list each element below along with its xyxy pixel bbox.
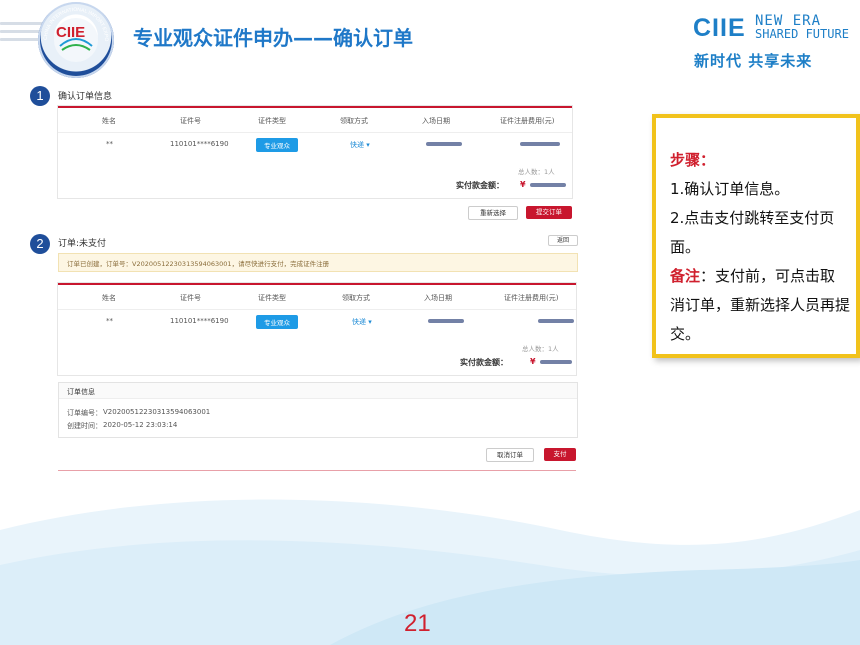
remark-label: 备注 [670,267,701,285]
note-step-1: 1.确认订单信息。 [670,180,790,198]
redacted-fee [520,142,560,146]
col-type: 证件类型 [258,117,286,125]
col-type: 证件类型 [258,294,286,302]
created-time-label: 创建时间： [67,422,102,430]
order-number: V20200512230313594063001 [103,408,211,416]
ciie-logo: CHINA INTERNATIONAL IMPORT EXPO CIIE [38,2,114,78]
total-count: 总人数：1人 [522,345,559,353]
brand-ciie: CIIE [693,14,746,42]
order-info-title: 订单信息 [67,388,95,396]
cancel-order-button[interactable]: 取消订单 [486,448,534,462]
total-count: 总人数：1人 [518,168,555,176]
col-id: 证件号 [180,117,201,125]
redacted-amount [530,183,566,187]
col-name: 姓名 [102,117,116,125]
reselect-button[interactable]: 重新选择 [468,206,518,220]
row-id: 110101****6190 [170,317,229,325]
row-id: 110101****6190 [170,140,229,148]
logo-text: CIIE [56,24,86,41]
note-remark: 备注：支付前，可点击取消订单，重新选择人员再提交。 [670,262,850,349]
brand-slogan-en: NEW ERA SHARED FUTURE [755,13,849,41]
pickup-select[interactable]: 快递 ▾ [352,317,372,327]
table-header: 姓名 证件号 证件类型 领取方式 入场日期 证件注册费用(元) [58,285,576,310]
order-number-label: 订单编号： [67,409,102,417]
brand-slogan-cn: 新时代 共享未来 [694,52,813,70]
step-badge-2: 2 [30,234,50,254]
pay-button[interactable]: 支付 [544,448,576,461]
redacted-fee [538,319,574,323]
order-info-box: 订单信息 订单编号： V20200512230313594063001 创建时间… [58,382,578,438]
page-title: 专业观众证件申办——确认订单 [133,26,413,50]
col-fee: 证件注册费用(元) [500,117,555,125]
redacted-date [426,142,462,146]
redacted-date [428,319,464,323]
yen-sign: ¥ [520,180,526,189]
note-heading: 步骤： [670,151,716,169]
row-name: ** [106,317,113,325]
total-amount-label: 实付款金额： [456,181,504,190]
col-pickup: 领取方式 [342,294,370,302]
col-pickup: 领取方式 [340,117,368,125]
page-number: 21 [404,610,431,637]
divider [58,470,576,471]
submit-order-button[interactable]: 提交订单 [526,206,572,219]
pickup-select[interactable]: 快递 ▾ [350,140,370,150]
yen-sign: ¥ [530,357,536,366]
row-name: ** [106,140,113,148]
steps-note-card: 步骤： 1.确认订单信息。 2.点击支付跳转至支付页面。 备注：支付前，可点击取… [652,114,860,358]
order-confirm-table: 姓名 证件号 证件类型 领取方式 入场日期 证件注册费用(元) ** 11010… [58,106,572,198]
unpaid-order-table: 姓名 证件号 证件类型 领取方式 入场日期 证件注册费用(元) ** 11010… [58,283,576,375]
order-info-header: 订单信息 [59,383,577,399]
col-date: 入场日期 [424,294,452,302]
redacted-amount [540,360,572,364]
notice-text: 订单已创建，订单号：V20200512230313594063001，请尽快进行… [67,260,330,268]
step-badge-1: 1 [30,86,50,106]
section-title-confirm: 确认订单信息 [58,92,113,102]
created-time: 2020-05-12 23:03:14 [103,421,178,429]
note-body: 步骤： 1.确认订单信息。 2.点击支付跳转至支付页面。 备注：支付前，可点击取… [670,146,850,349]
col-id: 证件号 [180,294,201,302]
col-date: 入场日期 [422,117,450,125]
col-fee: 证件注册费用(元) [504,294,559,302]
order-created-notice: 订单已创建，订单号：V20200512230313594063001，请尽快进行… [58,253,578,272]
back-button[interactable]: 返回 [548,235,578,246]
col-name: 姓名 [102,294,116,302]
card-type-tag: 专业观众 [256,138,298,152]
total-amount-label: 实付款金额： [460,358,508,367]
table-header: 姓名 证件号 证件类型 领取方式 入场日期 证件注册费用(元) [58,108,572,133]
note-step-2: 2.点击支付跳转至支付页面。 [670,209,835,256]
section-title-unpaid: 订单:未支付 [58,239,107,249]
card-type-tag: 专业观众 [256,315,298,329]
